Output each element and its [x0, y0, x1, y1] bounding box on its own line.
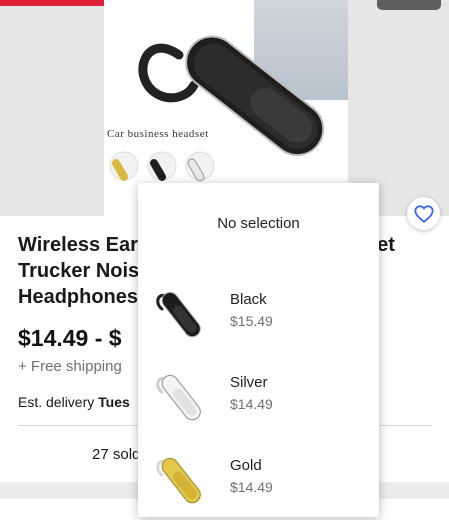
delivery-estimate: Est. delivery Tues: [18, 394, 130, 410]
black-headset-icon: [156, 291, 201, 338]
sold-count: 27 sold: [92, 446, 141, 463]
option-price: $14.49: [230, 479, 273, 495]
title-line-1: Wireless Ear: [18, 234, 138, 256]
image-caption: Car business headset: [107, 128, 209, 140]
option-price: $15.49: [230, 313, 273, 329]
gold-headset-icon: [156, 457, 201, 504]
option-black[interactable]: Black $15.49: [138, 273, 379, 353]
option-name: Black: [230, 291, 267, 308]
option-price: $14.49: [230, 396, 273, 412]
option-name: Gold: [230, 457, 262, 474]
shipping-info: + Free shipping: [18, 358, 122, 375]
no-selection-option[interactable]: No selection: [138, 215, 379, 232]
product-page: Car business headset Wireless Ear set Tru…: [0, 0, 449, 520]
gallery-corner-button[interactable]: [377, 0, 441, 10]
option-name: Silver: [230, 374, 268, 391]
silver-headset-icon: [156, 374, 201, 421]
option-silver[interactable]: Silver $14.49: [138, 356, 379, 436]
variation-dropdown: No selection Black $15.49 Silver $14.49 …: [138, 183, 379, 517]
delivery-day: Tues: [98, 394, 130, 410]
option-gold[interactable]: Gold $14.49: [138, 439, 379, 519]
delivery-prefix: Est. delivery: [18, 394, 99, 410]
heart-icon[interactable]: [407, 197, 440, 230]
price-range: $14.49 - $: [18, 325, 122, 351]
